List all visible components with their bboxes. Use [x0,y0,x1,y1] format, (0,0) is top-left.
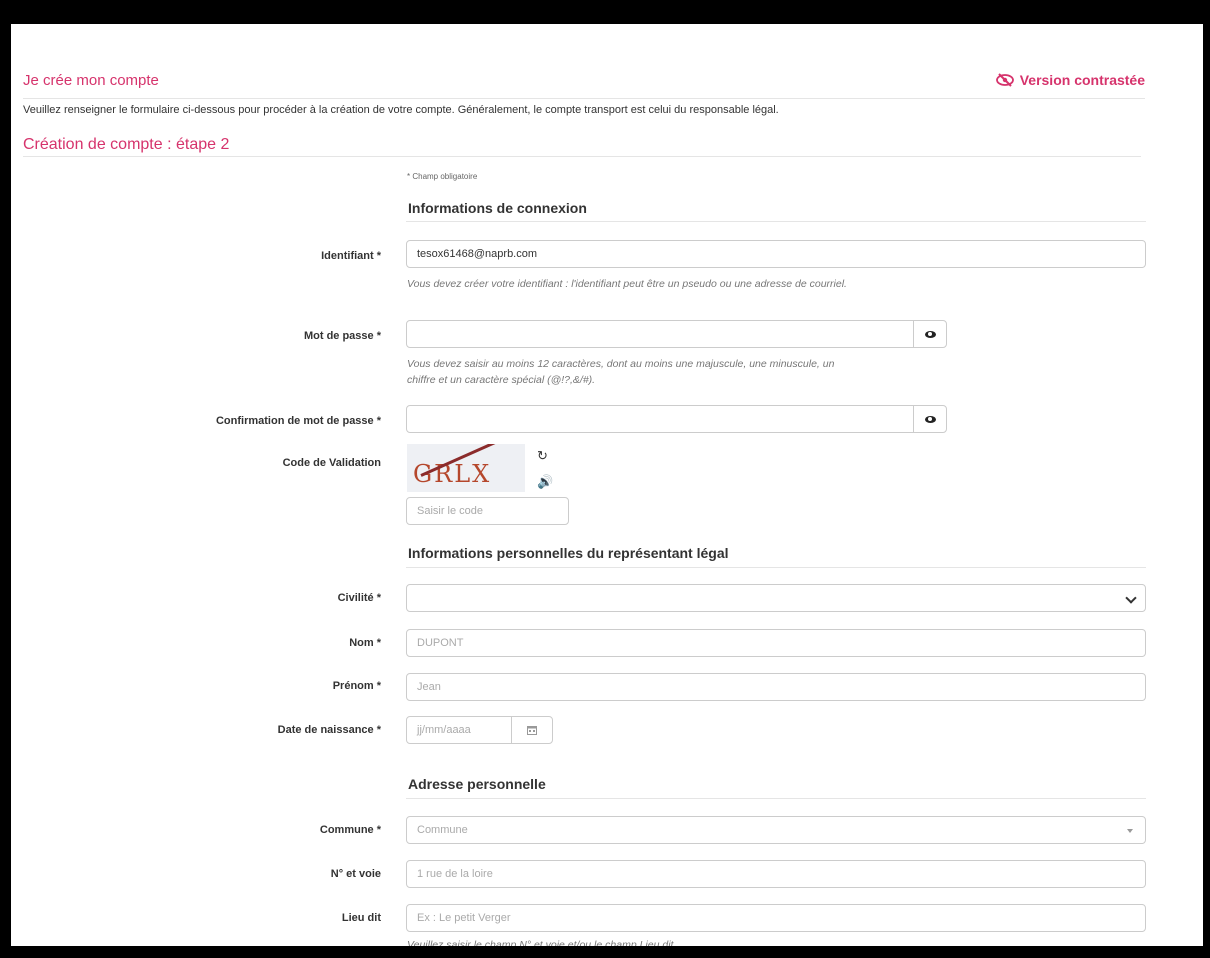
confirm-password-input[interactable] [406,405,947,433]
captcha-placeholder: Saisir le code [417,505,484,517]
username-input[interactable]: tesox61468@naprb.com [406,240,1146,268]
eye-icon [924,330,936,338]
step-title: Création de compte : étape 2 [23,136,230,153]
lastname-label: Nom * [349,637,381,649]
password-label: Mot de passe * [303,330,381,342]
password-help-line-1: Vous devez saisir au moins 12 caractères… [407,358,835,370]
civility-label: Civilité * [337,592,381,604]
lastname-input[interactable]: DUPONT [406,629,1146,657]
eye-icon [924,415,936,423]
commune-select[interactable]: Commune [406,816,1146,844]
captcha-label: Code de Validation [282,457,381,469]
section-title-personal: Informations personnelles du représentan… [408,545,729,561]
page-frame: Je crée mon compte Version contrastée Ve… [11,24,1203,946]
locality-input[interactable]: Ex : Le petit Verger [406,904,1146,932]
firstname-placeholder: Jean [417,681,441,693]
password-input[interactable] [406,320,947,348]
firstname-label: Prénom * [332,680,381,692]
lastname-placeholder: DUPONT [417,637,464,649]
birthdate-label: Date de naissance * [277,724,381,736]
divider [406,567,1146,568]
contrast-version-link[interactable]: Version contrastée [995,72,1145,88]
civility-select[interactable] [406,584,1146,612]
calendar-icon [527,726,537,735]
page-title: Je crée mon compte [23,72,159,89]
chevron-down-icon [1125,592,1137,604]
audio-icon[interactable]: 🔊 [537,474,553,490]
divider [23,98,1145,99]
eye-slash-icon [995,73,1014,87]
show-confirm-password-button[interactable] [913,406,946,432]
captcha-input[interactable]: Saisir le code [406,497,569,525]
username-value: tesox61468@naprb.com [417,248,538,260]
firstname-input[interactable]: Jean [406,673,1146,701]
commune-label: Commune * [319,824,381,836]
street-input[interactable]: 1 rue de la loire [406,860,1146,888]
locality-placeholder: Ex : Le petit Verger [417,912,511,924]
show-password-button[interactable] [913,321,946,347]
captcha-image: GRLX [407,444,525,492]
calendar-button[interactable] [511,717,552,743]
contrast-version-label: Version contrastée [1019,72,1145,88]
divider [406,221,1146,222]
required-note: * Champ obligatoire [407,172,478,181]
locality-label: Lieu dit [341,912,381,924]
section-title-address: Adresse personnelle [408,776,546,792]
captcha-tools: ↻ 🔊 [537,448,553,490]
password-help-line-2: chiffre et un caractère spécial (@!?,&/#… [407,374,596,386]
street-label: N° et voie [330,868,381,880]
caret-down-icon [1127,829,1133,833]
locality-help: Veuillez saisir le champ N° et voie et/o… [407,939,674,946]
divider [406,798,1146,799]
refresh-icon[interactable]: ↻ [537,448,553,464]
street-placeholder: 1 rue de la loire [417,868,493,880]
section-title-login: Informations de connexion [408,200,587,216]
username-help: Vous devez créer votre identifiant : l'i… [407,278,847,290]
username-label: Identifiant * [321,250,381,262]
divider [23,156,1141,157]
commune-placeholder: Commune [417,824,468,836]
confirm-password-label: Confirmation de mot de passe * [215,415,381,427]
birthdate-input[interactable]: jj/mm/aaaa [406,716,553,744]
intro-text: Veuillez renseigner le formulaire ci-des… [23,104,779,116]
birthdate-placeholder: jj/mm/aaaa [417,724,471,736]
